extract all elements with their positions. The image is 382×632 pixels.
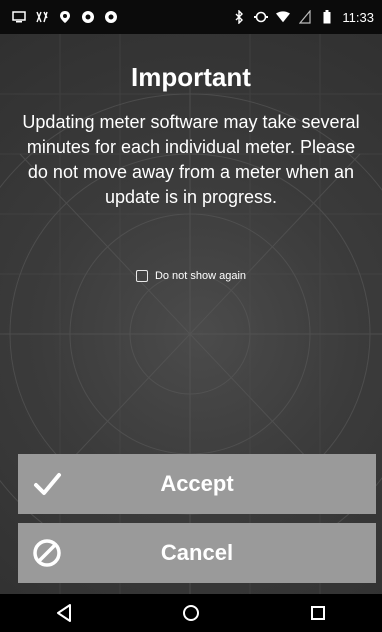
photo-icon bbox=[81, 9, 95, 25]
screen-icon bbox=[12, 9, 26, 25]
accept-button[interactable]: Accept bbox=[18, 454, 376, 514]
status-time: 11:33 bbox=[342, 9, 374, 25]
cancel-button-label: Cancel bbox=[160, 540, 234, 565]
phone-screen: 11:33 Important Updating meter software … bbox=[0, 0, 382, 632]
battery-icon bbox=[320, 9, 334, 25]
location-icon bbox=[58, 9, 72, 25]
checkbox-box[interactable] bbox=[135, 270, 148, 282]
photo-icon bbox=[104, 9, 118, 25]
check-icon bbox=[34, 473, 61, 495]
checkbox-label: Do not show again bbox=[154, 270, 247, 282]
do-not-show-again-checkbox[interactable]: Do not show again bbox=[0, 270, 382, 282]
wifi-icon bbox=[276, 9, 291, 25]
status-bar: 11:33 bbox=[0, 0, 382, 34]
dialog-title: Important bbox=[131, 62, 251, 92]
dialog-content: Important Updating meter software may ta… bbox=[0, 34, 382, 594]
cancel-icon bbox=[33, 539, 61, 567]
bluetooth-icon bbox=[232, 9, 246, 25]
navigation-bar bbox=[0, 594, 382, 632]
status-left-icons bbox=[0, 0, 118, 34]
cancel-button[interactable]: Cancel bbox=[18, 523, 376, 583]
status-right-icons: 11:33 bbox=[232, 0, 382, 34]
back-icon[interactable] bbox=[44, 598, 84, 628]
signal-icon bbox=[298, 9, 312, 25]
voicemail-icon bbox=[35, 9, 49, 25]
dialog-message: Updating meter software may take several… bbox=[22, 112, 360, 207]
home-icon[interactable] bbox=[171, 598, 211, 628]
sync-icon bbox=[254, 9, 269, 25]
accept-button-label: Accept bbox=[160, 471, 234, 496]
recents-icon[interactable] bbox=[298, 598, 338, 628]
